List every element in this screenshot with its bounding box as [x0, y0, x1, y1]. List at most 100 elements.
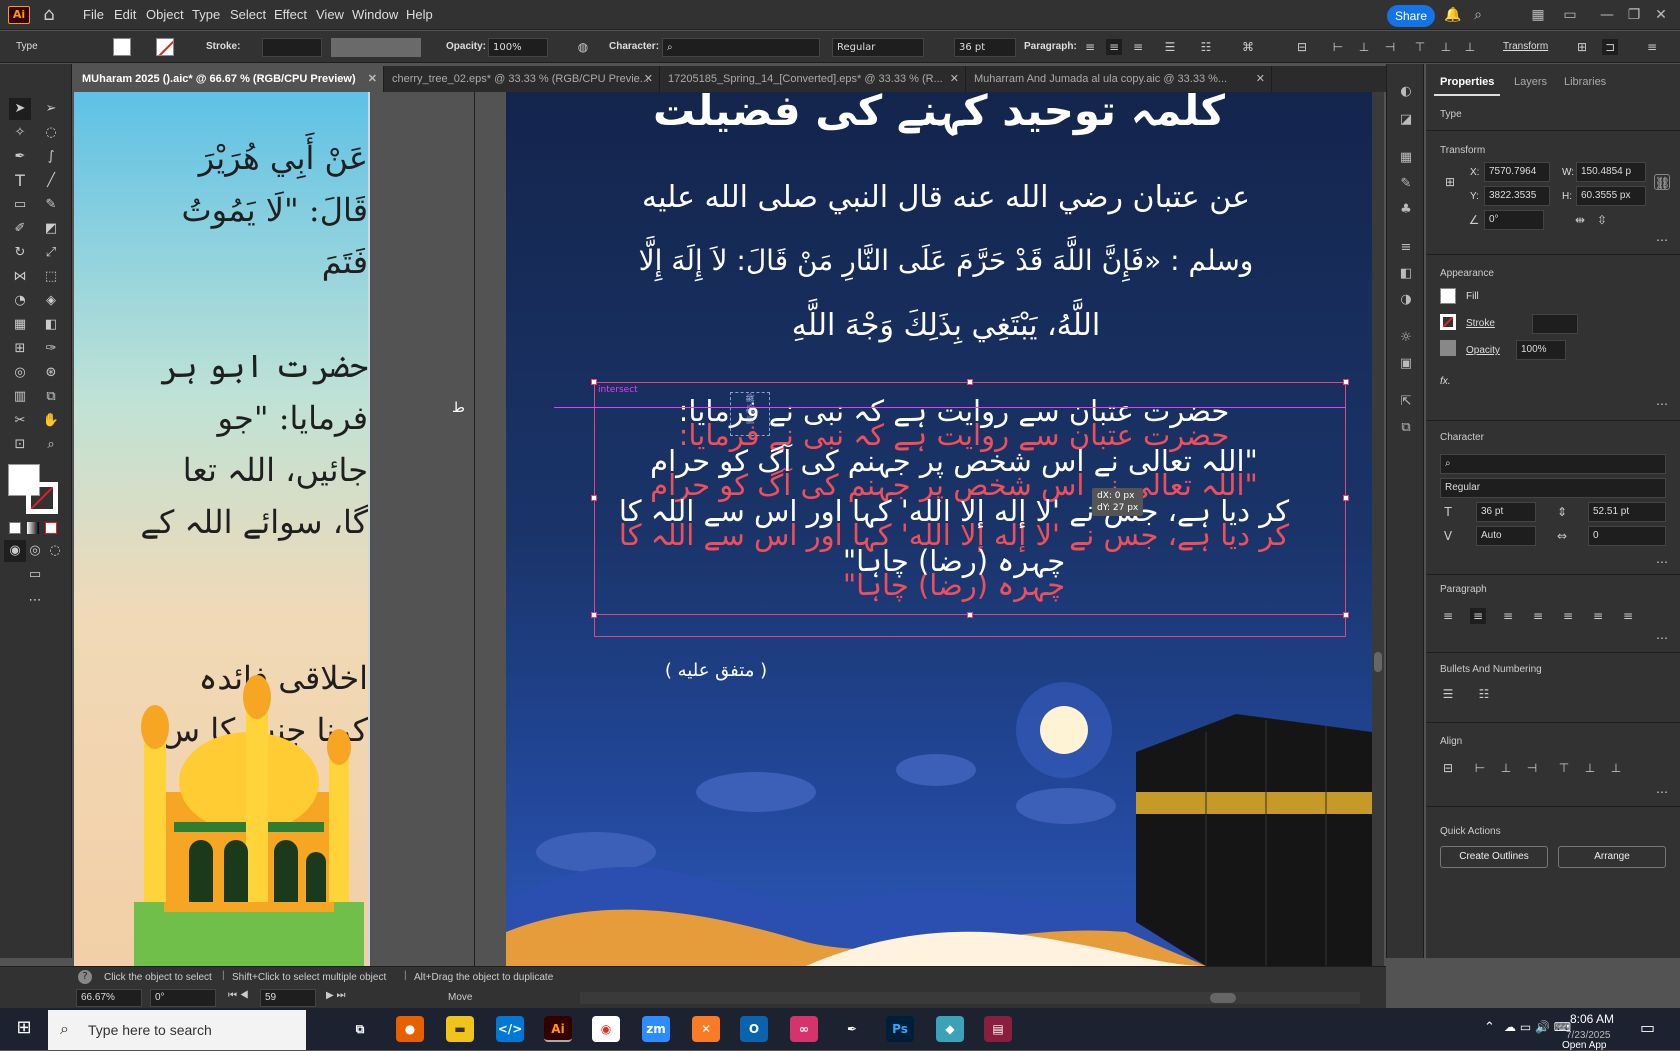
blend-tool-icon[interactable]: ◎	[9, 362, 31, 384]
menu-effect[interactable]: Effect	[274, 7, 307, 22]
lasso-tool-icon[interactable]: ◌	[40, 122, 62, 144]
windows-start-icon[interactable]: ⊞	[14, 1018, 34, 1038]
horizontal-scrollbar[interactable]	[580, 992, 1360, 1004]
text-wrap-icon[interactable]: ⊐	[1602, 39, 1618, 55]
opacity-field[interactable]: 100%	[488, 38, 548, 57]
bullets-icon[interactable]: ☰	[1440, 686, 1456, 702]
fill-label[interactable]: Fill	[1466, 291, 1479, 302]
create-outlines-button[interactable]: Create Outlines	[1440, 846, 1548, 868]
align-center-icon[interactable]: ≡	[1106, 39, 1122, 55]
share-button[interactable]: Share	[1387, 5, 1435, 27]
none-mode-icon[interactable]	[45, 522, 57, 534]
menu-help[interactable]: Help	[406, 7, 433, 22]
rotate-field[interactable]: 0°	[1484, 210, 1544, 230]
outlook-icon[interactable]: O	[740, 1016, 768, 1042]
taskbar-search[interactable]: ⌕ Type here to search	[48, 1010, 306, 1050]
hadith-arabic-line-2[interactable]: وسلم : «فَإِنَّ اللَّهَ قَدْ حَرَّمَ عَل…	[546, 244, 1346, 277]
artboards-icon[interactable]: ⧉	[1396, 418, 1416, 438]
creative-cloud-icon[interactable]: ∞	[790, 1016, 818, 1042]
gradient-tool-icon[interactable]: ◧	[40, 314, 62, 336]
more-options-icon[interactable]: ⋯	[1654, 232, 1670, 248]
illustrator-taskbar-icon[interactable]: Ai	[544, 1016, 572, 1042]
v-align-center-icon[interactable]: ⊥	[1438, 39, 1454, 55]
home-icon[interactable]: ⌂	[38, 5, 60, 25]
type-tool-icon[interactable]: T	[9, 170, 31, 192]
stroke-label[interactable]: Stroke	[1466, 318, 1495, 329]
stroke-panel-icon[interactable]: ≡	[1396, 238, 1416, 258]
menu-type[interactable]: Type	[192, 7, 220, 22]
color-guide-icon[interactable]: ◪	[1396, 110, 1416, 130]
graphic-styles-icon[interactable]: ▣	[1396, 354, 1416, 374]
align-left-icon[interactable]: ≡	[1082, 39, 1098, 55]
symbol-sprayer-tool-icon[interactable]: ⊛	[40, 362, 62, 384]
line-tool-icon[interactable]: ╱	[40, 170, 62, 192]
tray-icons[interactable]: ☁ ▭ 🔊 ⌨	[1504, 1020, 1571, 1034]
print-tiling-tool-icon[interactable]: ⊡	[9, 434, 31, 456]
swatches-icon[interactable]: ▦	[1396, 148, 1416, 168]
artboard-left[interactable]: عَنْ أَبِي هُرَيْرَ قَالَ: "لَا يَمُوتُ …	[74, 92, 368, 966]
arrange-button[interactable]: Arrange	[1558, 846, 1666, 868]
restore-icon[interactable]: ❐	[1624, 6, 1644, 24]
justify-center-icon[interactable]: ≡	[1560, 608, 1576, 624]
selection-bounding-box[interactable]	[594, 382, 1346, 615]
kerning-field[interactable]: Auto	[1476, 526, 1536, 546]
more-options-icon[interactable]: ⋯	[1654, 554, 1670, 570]
live-paint-tool-icon[interactable]: ◈	[40, 290, 62, 312]
brushes-icon[interactable]: ✎	[1396, 174, 1416, 194]
transparency-icon[interactable]: ◑	[1396, 290, 1416, 310]
shape-builder-tool-icon[interactable]: ◔	[9, 290, 31, 312]
artboard-number-field[interactable]: 59	[260, 989, 316, 1007]
fill-swatch[interactable]	[1440, 288, 1456, 304]
draw-behind-icon[interactable]: ◎	[24, 540, 46, 562]
clock-time[interactable]: 8:06 AM	[1570, 1012, 1614, 1026]
rotate-tool-icon[interactable]: ↻	[9, 242, 31, 264]
variable-width-profile[interactable]	[331, 38, 421, 57]
tab-muharam-2025[interactable]: MUharam 2025 ().aic* @ 66.67 % (RGB/CPU …	[74, 66, 384, 92]
resize-handle-b[interactable]	[967, 612, 973, 618]
export-icon[interactable]: ⇱	[1396, 392, 1416, 412]
arrange-docs-icon[interactable]: ▭	[1560, 6, 1580, 24]
slice-tool-icon[interactable]: ✂	[9, 410, 31, 432]
resize-handle-tr[interactable]	[1343, 379, 1349, 385]
panel-menu-icon[interactable]: ≡	[1644, 39, 1660, 55]
resize-handle-bl[interactable]	[591, 612, 597, 618]
resize-handle-tl[interactable]	[591, 379, 597, 385]
menu-select[interactable]: Select	[230, 7, 266, 22]
bullets-icon[interactable]: ☰	[1162, 39, 1178, 55]
width-tool-icon[interactable]: ⋈	[9, 266, 31, 288]
direct-selection-tool-icon[interactable]: ➢	[40, 98, 62, 120]
font-style-field[interactable]: Regular	[832, 38, 924, 57]
pen-tool-icon[interactable]: ✒	[9, 146, 31, 168]
draw-inside-icon[interactable]: ◌	[44, 540, 66, 562]
hadith-reference[interactable]: ( متفق عليه )	[616, 660, 816, 681]
magic-wand-tool-icon[interactable]: ✧	[9, 122, 31, 144]
tab-properties[interactable]: Properties	[1440, 76, 1494, 88]
hadith-arabic-line-3[interactable]: اللَّهُ، يَبْتَغِي بِذَلِكَ وَجْهَ اللَّ…	[546, 308, 1346, 343]
constrain-proportions-icon[interactable]: ⛓	[1654, 174, 1670, 190]
zoom-field[interactable]: 66.67%	[76, 989, 142, 1007]
h-align-center-icon[interactable]: ⊥	[1356, 39, 1372, 55]
firefox-icon[interactable]: ●	[396, 1016, 424, 1042]
h-align-left-icon[interactable]: ⊢	[1330, 39, 1346, 55]
y-field[interactable]: 3822.3535	[1484, 186, 1550, 206]
tab-layers[interactable]: Layers	[1514, 76, 1547, 88]
draw-normal-icon[interactable]: ◉	[4, 540, 26, 562]
x-field[interactable]: 7570.7964	[1484, 162, 1550, 182]
close-tab-icon[interactable]: ✕	[368, 66, 377, 92]
type-on-path-icon[interactable]: ⌘	[1240, 39, 1256, 55]
numbering-icon[interactable]: ☷	[1476, 686, 1492, 702]
artboard-right[interactable]: کلمہ توحید کہنے کی فضیلت عن عتبان رضي ال…	[506, 92, 1372, 966]
task-view-icon[interactable]: ⧉	[346, 1016, 374, 1042]
tab-muharram-jumada[interactable]: Muharram And Jumada al ula copy.aic @ 33…	[966, 66, 1272, 92]
more-options-icon[interactable]: ⋯	[1654, 396, 1670, 412]
rotate-icon[interactable]: ∠	[1466, 212, 1482, 228]
vscode-icon[interactable]: </>	[496, 1016, 524, 1042]
photoshop-icon[interactable]: Ps	[886, 1016, 914, 1042]
resize-handle-l[interactable]	[591, 495, 597, 501]
screen-mode-icon[interactable]: ▭	[24, 564, 46, 586]
v-align-bottom-icon[interactable]: ⊥	[1462, 39, 1478, 55]
tab-cherry-tree[interactable]: cherry_tree_02.eps* @ 33.33 % (RGB/CPU P…	[384, 66, 660, 92]
curvature-tool-icon[interactable]: ∫	[40, 146, 62, 168]
opacity-field[interactable]: 100%	[1516, 340, 1566, 360]
menu-view[interactable]: View	[316, 7, 344, 22]
